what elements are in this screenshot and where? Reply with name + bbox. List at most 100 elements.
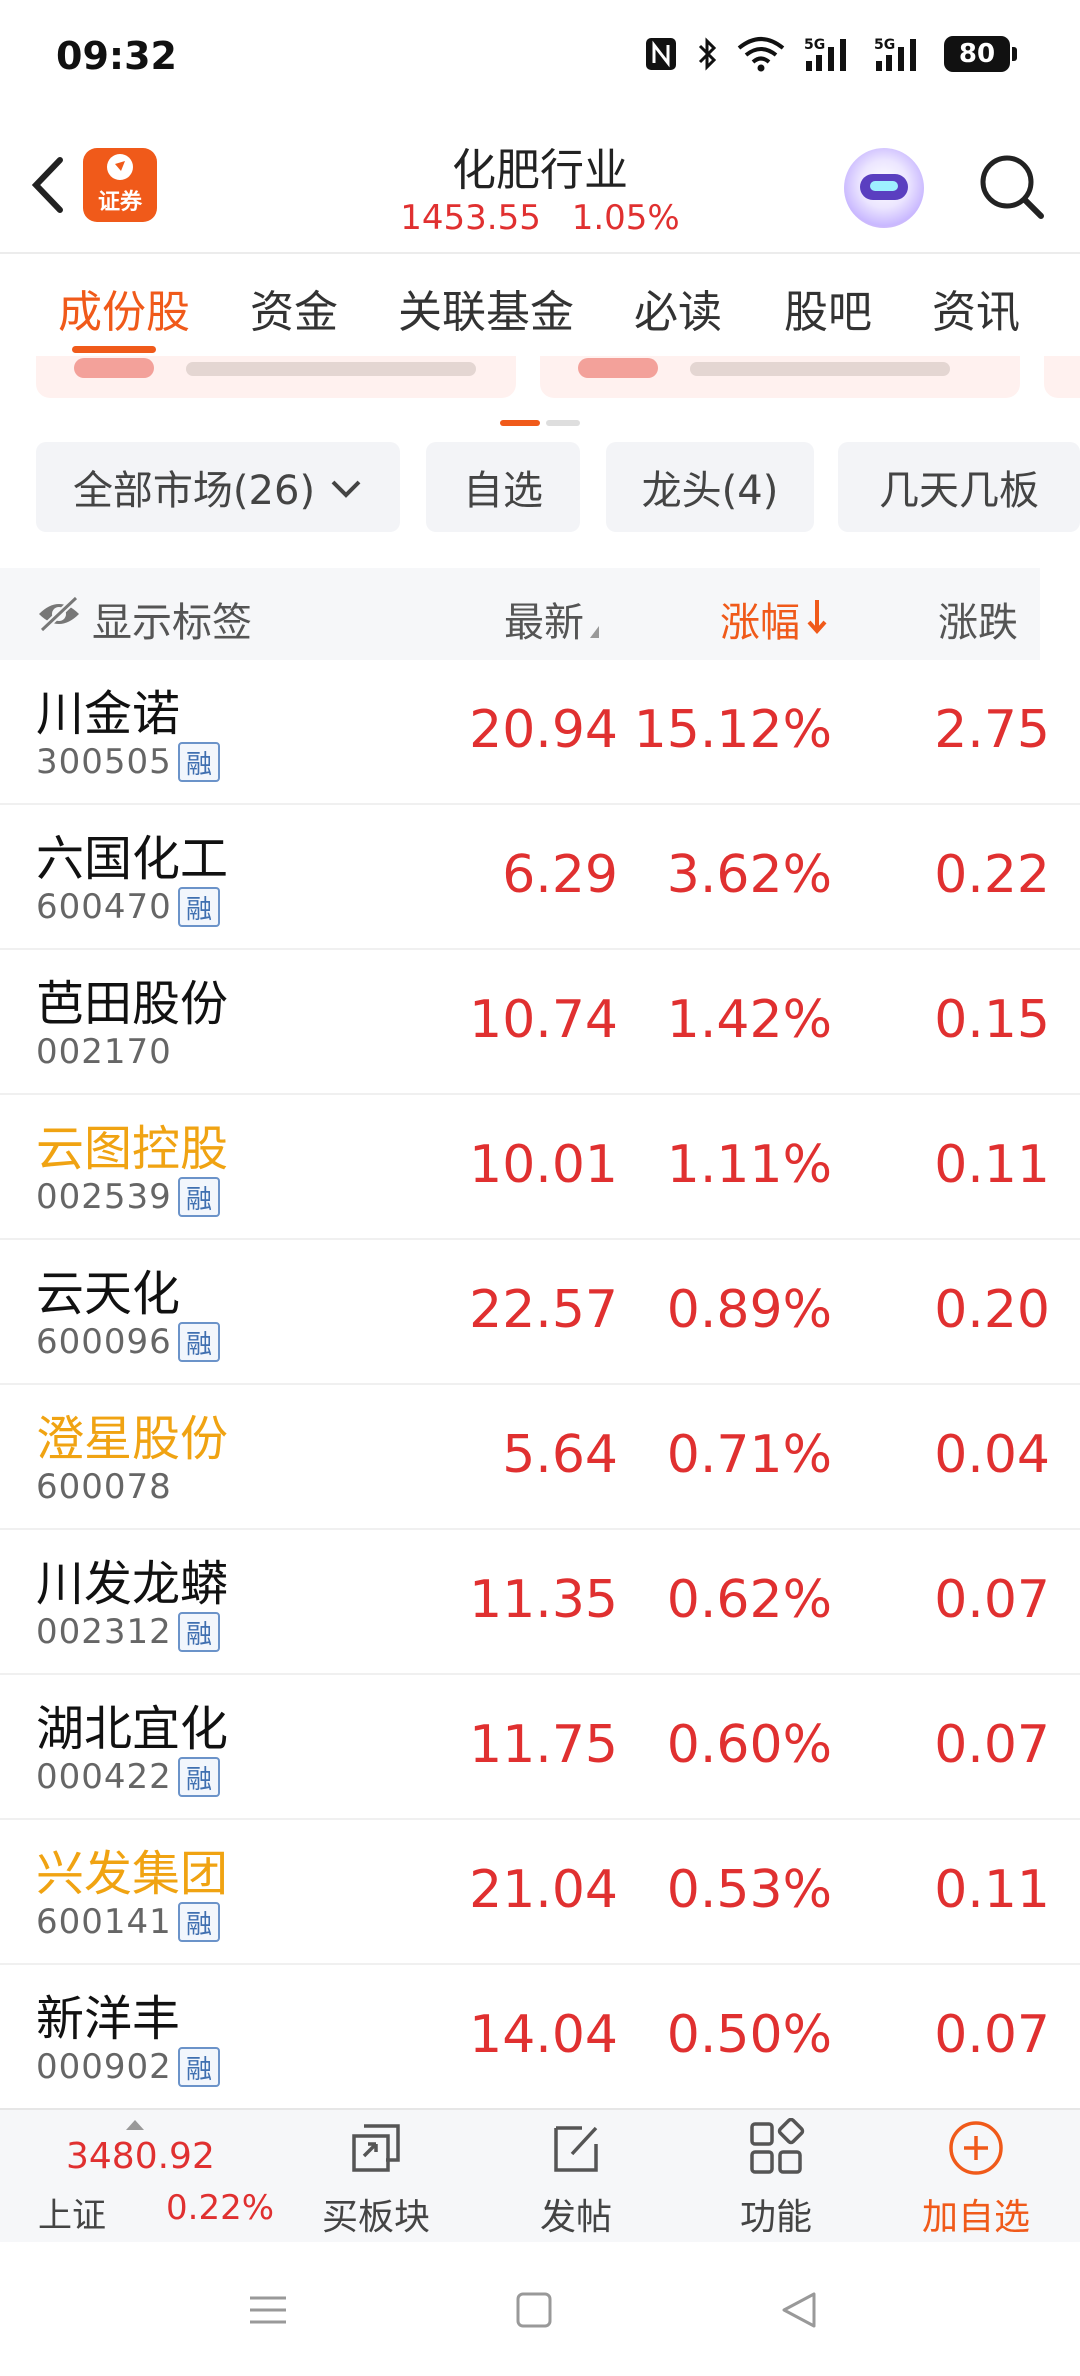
eye-slash-icon[interactable] — [36, 594, 82, 634]
latest-price: 6.29 — [502, 845, 618, 905]
table-row[interactable]: 湖北宜化 000422 融 11.75 0.60% 0.07 — [0, 1675, 1080, 1820]
stock-name: 新洋丰 — [36, 1991, 181, 2047]
change-amount: 0.11 — [934, 1135, 1050, 1195]
banner-card[interactable] — [1044, 356, 1080, 398]
change-pct: 15.12% — [633, 700, 832, 760]
stock-code: 000422 — [36, 1757, 172, 1797]
table-row[interactable]: 六国化工 600470 融 6.29 3.62% 0.22 — [0, 805, 1080, 950]
stock-code: 002539 — [36, 1177, 172, 1217]
change-pct: 0.89% — [666, 1280, 832, 1340]
carousel-pager — [500, 420, 580, 426]
margin-trading-badge: 融 — [178, 1322, 220, 1362]
change-amount: 0.04 — [934, 1425, 1050, 1485]
tab-must-read[interactable]: 必读 — [634, 276, 722, 340]
stock-code: 000902 — [36, 2047, 172, 2087]
latest-price: 10.01 — [469, 1135, 618, 1195]
margin-trading-badge: 融 — [178, 2047, 220, 2087]
add-watchlist-label: 加自选 — [921, 2197, 1030, 2238]
search-button[interactable] — [975, 150, 1047, 222]
table-row[interactable]: 澄星股份 600078 5.64 0.71% 0.04 — [0, 1385, 1080, 1530]
latest-price: 14.04 — [469, 2005, 618, 2065]
buy-sector-label: 买板块 — [321, 2197, 430, 2238]
change-amount: 0.07 — [934, 1715, 1050, 1775]
stock-code: 600470 — [36, 887, 172, 927]
latest-price: 11.75 — [469, 1715, 618, 1775]
stock-code: 600141 — [36, 1902, 172, 1942]
post-button[interactable]: 发帖 — [496, 2118, 656, 2242]
system-nav-bar — [0, 2242, 1080, 2376]
change-pct: 1.11% — [666, 1135, 832, 1195]
change-pct: 1.42% — [666, 990, 832, 1050]
change-pct: 0.50% — [666, 2005, 832, 2065]
assistant-robot-icon[interactable] — [844, 148, 924, 228]
watchlist-filter-chip[interactable]: 自选 — [426, 442, 580, 532]
wifi-icon — [736, 34, 786, 74]
stock-name: 川金诺 — [36, 686, 181, 742]
table-row[interactable]: 云图控股 002539 融 10.01 1.11% 0.11 — [0, 1095, 1080, 1240]
stock-code: 600096 — [36, 1322, 172, 1362]
column-latest[interactable]: 最新 — [504, 590, 599, 648]
back-icon[interactable] — [776, 2286, 824, 2334]
banner-carousel[interactable] — [0, 356, 1080, 402]
index-value[interactable]: 3480.92 — [66, 2136, 215, 2177]
tab-funds-flow[interactable]: 资金 — [250, 276, 338, 340]
edit-icon — [554, 2126, 598, 2172]
table-row[interactable]: 川发龙蟒 002312 融 11.35 0.62% 0.07 — [0, 1530, 1080, 1675]
show-labels-toggle[interactable]: 显示标签 — [92, 590, 252, 648]
functions-button[interactable]: 功能 — [696, 2118, 856, 2242]
table-row[interactable]: 新洋丰 000902 融 14.04 0.50% 0.07 — [0, 1965, 1080, 2110]
table-row[interactable]: 兴发集团 600141 融 21.04 0.53% 0.11 — [0, 1820, 1080, 1965]
banner-card[interactable] — [36, 356, 516, 398]
stock-name: 川发龙蟒 — [36, 1556, 229, 1612]
latest-price: 10.74 — [469, 990, 618, 1050]
stock-code: 600078 — [36, 1467, 172, 1507]
latest-price: 11.35 — [469, 1570, 618, 1630]
tab-constituents[interactable]: 成份股 — [58, 276, 190, 340]
status-bar: 09:32 5G 5G 80 — [0, 0, 1080, 110]
arrow-down-icon — [806, 596, 828, 646]
header: 证券 化肥行业 1453.55 1.05% — [0, 120, 1080, 250]
plus-circle-icon — [949, 2121, 1003, 2175]
caret-up-icon[interactable] — [126, 2120, 144, 2130]
bottom-toolbar: 3480.92 上证 0.22% 买板块 发帖 功能 加自选 — [0, 2108, 1080, 2242]
banner-card[interactable] — [540, 356, 1020, 398]
table-row[interactable]: 云天化 600096 融 22.57 0.89% 0.20 — [0, 1240, 1080, 1385]
market-filter-label: 全部市场(26) — [72, 468, 316, 514]
index-change[interactable]: 0.22% — [166, 2188, 274, 2228]
add-watchlist-button[interactable]: 加自选 — [896, 2118, 1056, 2242]
functions-label: 功能 — [739, 2197, 812, 2238]
margin-trading-badge: 融 — [178, 1177, 220, 1217]
tab-forum[interactable]: 股吧 — [784, 276, 872, 340]
search-icon — [980, 155, 1044, 219]
grid-icon — [750, 2118, 805, 2174]
tab-related-funds[interactable]: 关联基金 — [398, 276, 574, 340]
change-pct: 0.53% — [666, 1860, 832, 1920]
column-latest-label: 最新 — [504, 600, 584, 646]
menu-icon[interactable] — [244, 2286, 292, 2334]
stock-name: 兴发集团 — [36, 1846, 229, 1902]
streak-filter-chip[interactable]: 几天几板 — [838, 442, 1080, 532]
change-amount: 0.11 — [934, 1860, 1050, 1920]
index-name[interactable]: 上证 — [38, 2188, 106, 2237]
change-amount: 2.75 — [934, 700, 1050, 760]
sort-indicator-icon — [590, 626, 599, 638]
post-label: 发帖 — [539, 2197, 612, 2238]
table-row[interactable]: 川金诺 300505 融 20.94 15.12% 2.75 — [0, 660, 1080, 805]
stock-code: 300505 — [36, 742, 172, 782]
column-change-pct[interactable]: 涨幅 — [720, 590, 828, 648]
change-amount: 0.07 — [934, 1570, 1050, 1630]
latest-price: 21.04 — [469, 1860, 618, 1920]
stock-name: 湖北宜化 — [36, 1701, 229, 1757]
column-change[interactable]: 涨跌 — [938, 590, 1018, 648]
active-tab-indicator — [72, 346, 156, 353]
buy-sector-button[interactable]: 买板块 — [296, 2118, 456, 2242]
table-row[interactable]: 芭田股份 002170 10.74 1.42% 0.15 — [0, 950, 1080, 1095]
home-icon[interactable] — [510, 2286, 558, 2334]
leaders-filter-chip[interactable]: 龙头(4) — [606, 442, 814, 532]
tab-news[interactable]: 资讯 — [932, 276, 1020, 340]
signal-5g-icon: 5G — [804, 34, 856, 74]
battery-icon: 80 — [944, 36, 1017, 72]
market-filter-dropdown[interactable]: 全部市场(26) — [36, 442, 400, 532]
change-amount: 0.07 — [934, 2005, 1050, 2065]
nfc-icon — [644, 34, 678, 74]
